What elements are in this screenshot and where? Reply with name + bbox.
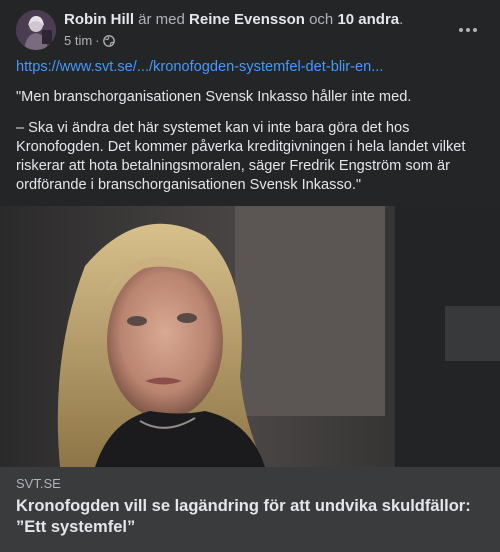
post-meta: 5 tim ·: [64, 33, 115, 49]
post-author-line: Robin Hill är med Reine Evensson och 10 …: [64, 11, 456, 29]
link-preview[interactable]: SVT.SE Kronofogden vill se lagändring fö…: [0, 467, 500, 552]
post-link[interactable]: https://www.svt.se/.../kronofogden-syste…: [16, 58, 486, 77]
globe-icon[interactable]: [102, 35, 115, 47]
post-paragraph-1: "Men branschorganisationen Svensk Inkass…: [16, 89, 412, 105]
meta-separator: ·: [95, 33, 100, 48]
period: .: [399, 11, 404, 28]
post-header: Robin Hill är med Reine Evensson och 10 …: [0, 0, 500, 60]
tagged-person[interactable]: Reine Evensson: [189, 11, 305, 28]
and-text: och: [309, 11, 334, 28]
post-text: https://www.svt.se/.../kronofogden-syste…: [16, 58, 486, 207]
with-text: är med: [138, 11, 185, 28]
facebook-post-card: Robin Hill är med Reine Evensson och 10 …: [0, 0, 500, 552]
author-name[interactable]: Robin Hill: [64, 11, 134, 28]
tagged-others[interactable]: 10 andra: [337, 11, 399, 28]
article-photo: [0, 206, 500, 467]
post-timestamp[interactable]: 5 tim: [64, 33, 92, 49]
avatar-image: [16, 10, 56, 50]
more-options-icon[interactable]: [454, 18, 482, 42]
author-avatar[interactable]: [16, 10, 56, 50]
link-title[interactable]: Kronofogden vill se lagändring för att u…: [16, 496, 476, 538]
post-paragraph-2: – Ska vi ändra det här systemet kan vi i…: [16, 120, 466, 193]
link-preview-image[interactable]: [0, 206, 500, 467]
link-domain: SVT.SE: [16, 476, 61, 491]
